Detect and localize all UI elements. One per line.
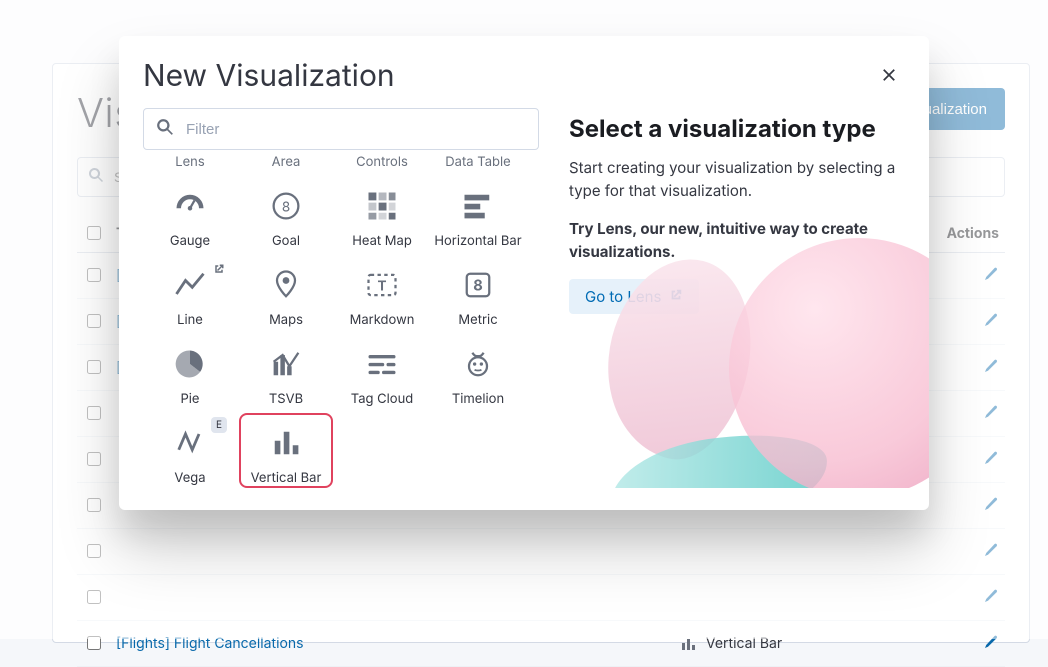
type-label: Data Table xyxy=(431,154,525,170)
type-description-panel: Select a visualization type Start creati… xyxy=(541,108,929,488)
type-option-label: Metric xyxy=(458,313,497,328)
timelion-icon xyxy=(456,342,500,386)
type-option-hbar[interactable]: Horizontal Bar xyxy=(431,176,525,251)
type-option-goal[interactable]: 8 Goal xyxy=(239,176,333,251)
type-row-prev-labels: Lens Area Controls Data Table xyxy=(143,154,541,170)
svg-text:T: T xyxy=(377,279,386,295)
type-option-vega[interactable]: E Vega xyxy=(143,413,237,488)
external-link-icon xyxy=(213,259,227,273)
markdown-icon: T xyxy=(360,263,404,307)
type-option-timelion[interactable]: Timelion xyxy=(431,334,525,409)
type-option-label: Markdown xyxy=(350,313,415,328)
close-icon xyxy=(882,66,896,86)
type-label: Controls xyxy=(335,154,429,170)
type-option-label: Pie xyxy=(180,392,199,407)
type-option-label: Heat Map xyxy=(352,234,412,249)
type-option-label: Timelion xyxy=(452,392,504,407)
type-option-maps[interactable]: Maps xyxy=(239,255,333,330)
type-option-metric[interactable]: 8 Metric xyxy=(431,255,525,330)
description-heading: Select a visualization type xyxy=(569,114,897,143)
svg-text:8: 8 xyxy=(282,200,290,216)
line-icon xyxy=(168,263,212,307)
type-option-markdown[interactable]: T Markdown xyxy=(335,255,429,330)
vbar-icon xyxy=(264,421,308,465)
vega-icon xyxy=(168,421,212,465)
modal-title: New Visualization xyxy=(119,36,929,98)
metric-icon: 8 xyxy=(456,263,500,307)
new-visualization-modal: New Visualization Lens Area Controls Dat… xyxy=(119,36,929,510)
type-option-label: Goal xyxy=(272,234,300,249)
search-icon xyxy=(156,118,174,140)
type-label: Lens xyxy=(143,154,237,170)
type-option-label: Tag Cloud xyxy=(351,392,413,407)
type-option-vbar[interactable]: Vertical Bar xyxy=(239,413,333,488)
tsvb-icon xyxy=(264,342,308,386)
pie-icon xyxy=(168,342,212,386)
filter-input-wrapper[interactable] xyxy=(143,108,539,150)
description-text: Start creating your visualization by sel… xyxy=(569,157,897,202)
type-option-tagcloud[interactable]: Tag Cloud xyxy=(335,334,429,409)
edit-icon[interactable] xyxy=(983,637,999,654)
type-option-label: Line xyxy=(177,313,203,328)
type-grid: Gauge 8 Goal Heat Map Horizontal Bar Line Maps… xyxy=(143,176,525,488)
type-option-line[interactable]: Line xyxy=(143,255,237,330)
goal-icon: 8 xyxy=(264,184,308,228)
close-modal-button[interactable] xyxy=(869,56,909,96)
type-option-pie[interactable]: Pie xyxy=(143,334,237,409)
hbar-icon xyxy=(456,184,500,228)
type-option-label: Horizontal Bar xyxy=(434,234,521,249)
filter-input[interactable] xyxy=(184,120,526,139)
maps-icon xyxy=(264,263,308,307)
gauge-icon xyxy=(168,184,212,228)
type-option-label: Vega xyxy=(174,471,205,486)
type-picker: Lens Area Controls Data Table Gauge 8 Goal… xyxy=(119,108,541,488)
heatmap-icon xyxy=(360,184,404,228)
type-option-label: Gauge xyxy=(170,234,210,249)
type-option-label: TSVB xyxy=(269,392,303,407)
type-option-heatmap[interactable]: Heat Map xyxy=(335,176,429,251)
type-option-gauge[interactable]: Gauge xyxy=(143,176,237,251)
experimental-badge: E xyxy=(211,417,227,433)
type-option-tsvb[interactable]: TSVB xyxy=(239,334,333,409)
description-lens-bold: Try Lens, xyxy=(569,219,640,238)
svg-text:8: 8 xyxy=(473,277,483,295)
type-label: Area xyxy=(239,154,333,170)
type-option-label: Maps xyxy=(269,313,303,328)
type-option-label: Vertical Bar xyxy=(251,471,322,486)
tagcloud-icon xyxy=(360,342,404,386)
